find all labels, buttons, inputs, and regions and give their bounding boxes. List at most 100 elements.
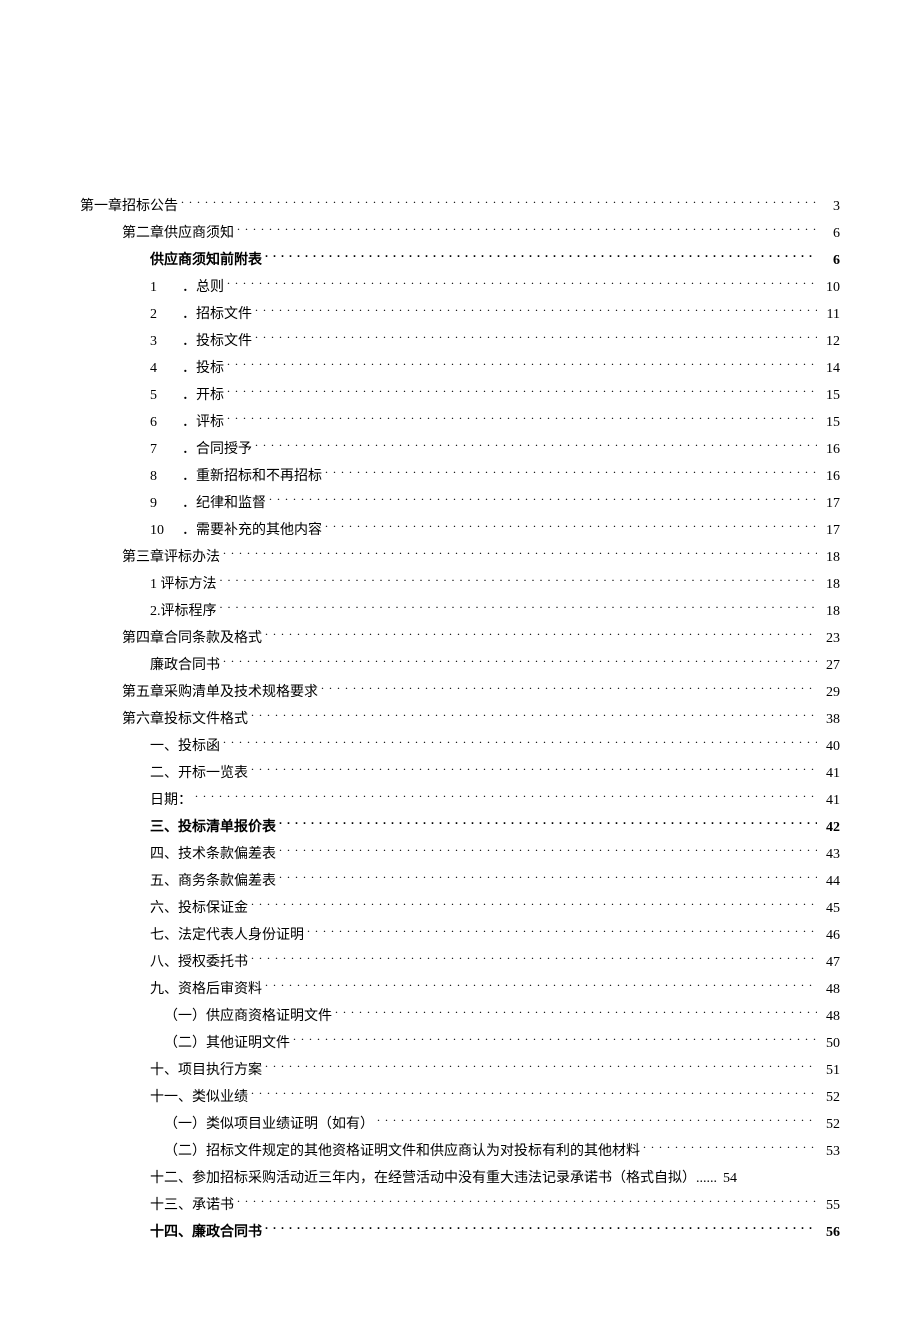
toc-page-number: 41	[820, 766, 840, 782]
toc-leader-dots	[265, 978, 817, 990]
toc-page-number: 12	[820, 334, 840, 350]
toc-title: （一）供应商资格证明文件	[164, 1005, 332, 1025]
toc-leader-dots	[255, 303, 817, 315]
toc-page-number: 55	[820, 1198, 840, 1214]
toc-number: 8	[150, 469, 170, 485]
toc-title: 8．重新招标和不再招标	[150, 465, 322, 485]
toc-title: 日期：	[150, 789, 192, 809]
toc-leader-dots	[325, 465, 817, 477]
toc-entry: 10．需要补充的其他内容17	[80, 519, 840, 539]
toc-page-number: 48	[820, 1009, 840, 1025]
toc-entry: 二、开标一览表41	[80, 762, 840, 782]
toc-entry: 2.评标程序18	[80, 600, 840, 620]
toc-number: 6	[150, 415, 170, 431]
toc-number: 1	[150, 280, 170, 296]
toc-entry: 6．评标 15	[80, 411, 840, 431]
toc-page-number: 45	[820, 901, 840, 917]
toc-entry: 5．开标15	[80, 384, 840, 404]
toc-leader-dots	[255, 438, 817, 450]
toc-page-number: 15	[820, 415, 840, 431]
toc-title: 7．合同授予	[150, 438, 252, 458]
toc-page-number: 6	[820, 226, 840, 242]
toc-leader-dots	[293, 1032, 817, 1044]
toc-entry: 第三章评标办法18	[80, 546, 840, 566]
toc-title: 1 评标方法	[150, 573, 217, 593]
toc-page-number: 38	[820, 712, 840, 728]
toc-entry: 8．重新招标和不再招标 16	[80, 465, 840, 485]
toc-entry: 七、法定代表人身份证明46	[80, 924, 840, 944]
toc-leader-dots	[227, 384, 817, 396]
toc-page-number: 27	[820, 658, 840, 674]
toc-number: 5	[150, 388, 170, 404]
toc-title: 十、项目执行方案	[150, 1059, 262, 1079]
toc-title: 6．评标	[150, 411, 224, 431]
toc-page-number: 3	[820, 199, 840, 215]
toc-title: 2．招标文件	[150, 303, 252, 323]
toc-title: 第二章供应商须知	[122, 222, 234, 242]
toc-title: 十一、类似业绩	[150, 1086, 248, 1106]
toc-title: （二）其他证明文件	[164, 1032, 290, 1052]
toc-leader-dots	[325, 519, 817, 531]
toc-entry: 第五章采购清单及技术规格要求29	[80, 681, 840, 701]
toc-title: 四、技术条款偏差表	[150, 843, 276, 863]
toc-entry: 日期： 41	[80, 789, 840, 809]
toc-page-number: 53	[820, 1144, 840, 1160]
toc-title: 十二、参加招标采购活动近三年内，在经营活动中没有重大违法记录承诺书（格式自拟）	[150, 1167, 696, 1187]
toc-entry: （一）供应商资格证明文件 48	[80, 1005, 840, 1025]
toc-leader-dots	[265, 249, 817, 261]
toc-title: （二）招标文件规定的其他资格证明文件和供应商认为对投标有利的其他材料	[164, 1140, 640, 1160]
toc-page-number: 16	[820, 469, 840, 485]
toc-entry: 十二、参加招标采购活动近三年内，在经营活动中没有重大违法记录承诺书（格式自拟） …	[80, 1167, 840, 1187]
toc-title: 六、投标保证金	[150, 897, 248, 917]
toc-leader-dots	[223, 735, 817, 747]
toc-page-number: 40	[820, 739, 840, 755]
toc-page-number: 47	[820, 955, 840, 971]
toc-title: 2.评标程序	[150, 600, 217, 620]
toc-leader-dots	[279, 816, 817, 828]
toc-entry: 9．纪律和监督 17	[80, 492, 840, 512]
toc-page-number: 29	[820, 685, 840, 701]
toc-title: 十三、承诺书	[150, 1194, 234, 1214]
toc-leader-dots	[220, 573, 818, 585]
toc-title: （一）类似项目业绩证明（如有）	[164, 1113, 374, 1133]
toc-leader-dots	[227, 411, 817, 423]
toc-title: 1．总则	[150, 276, 224, 296]
toc-number: 9	[150, 496, 170, 512]
toc-entry: 1 评标方法 18	[80, 573, 840, 593]
toc-leader-dots	[181, 195, 817, 207]
toc-number: 2	[150, 307, 170, 323]
toc-page-number: 44	[820, 874, 840, 890]
toc-page-number: 52	[820, 1117, 840, 1133]
toc-title: 八、授权委托书	[150, 951, 248, 971]
toc-page-number: 41	[820, 793, 840, 809]
toc-page-number: 14	[820, 361, 840, 377]
toc-page-number: 10	[820, 280, 840, 296]
toc-entry: 7．合同授予16	[80, 438, 840, 458]
toc-entry: （一）类似项目业绩证明（如有） 52	[80, 1113, 840, 1133]
toc-entry: 九、资格后审资料48	[80, 978, 840, 998]
toc-page-number: 42	[820, 820, 840, 836]
toc-title: 七、法定代表人身份证明	[150, 924, 304, 944]
toc-leader-dots	[251, 951, 817, 963]
toc-title: 五、商务条款偏差表	[150, 870, 276, 890]
toc-page-number: 17	[820, 496, 840, 512]
toc-leader-dots	[265, 627, 817, 639]
toc-leader-dots	[251, 708, 817, 720]
toc-entry: 十三、承诺书 55	[80, 1194, 840, 1214]
toc-leader-dots	[251, 762, 817, 774]
toc-leader-dots	[251, 1086, 817, 1098]
toc-entry: 十、项目执行方案 51	[80, 1059, 840, 1079]
toc-title: 十四、廉政合同书	[150, 1221, 262, 1241]
toc-leader-dots	[255, 330, 817, 342]
toc-title: 9．纪律和监督	[150, 492, 266, 512]
toc-page-number: 17	[820, 523, 840, 539]
toc-entry: 八、授权委托书 47	[80, 951, 840, 971]
toc-page-number: 18	[820, 577, 840, 593]
toc-page-number: 15	[820, 388, 840, 404]
toc-entry: 1．总则 10	[80, 276, 840, 296]
toc-page-number: 51	[820, 1063, 840, 1079]
toc-title: 第四章合同条款及格式	[122, 627, 262, 647]
toc-leader-dots	[265, 1059, 817, 1071]
toc-title: 3．投标文件	[150, 330, 252, 350]
toc-entry: （二）招标文件规定的其他资格证明文件和供应商认为对投标有利的其他材料 53	[80, 1140, 840, 1160]
